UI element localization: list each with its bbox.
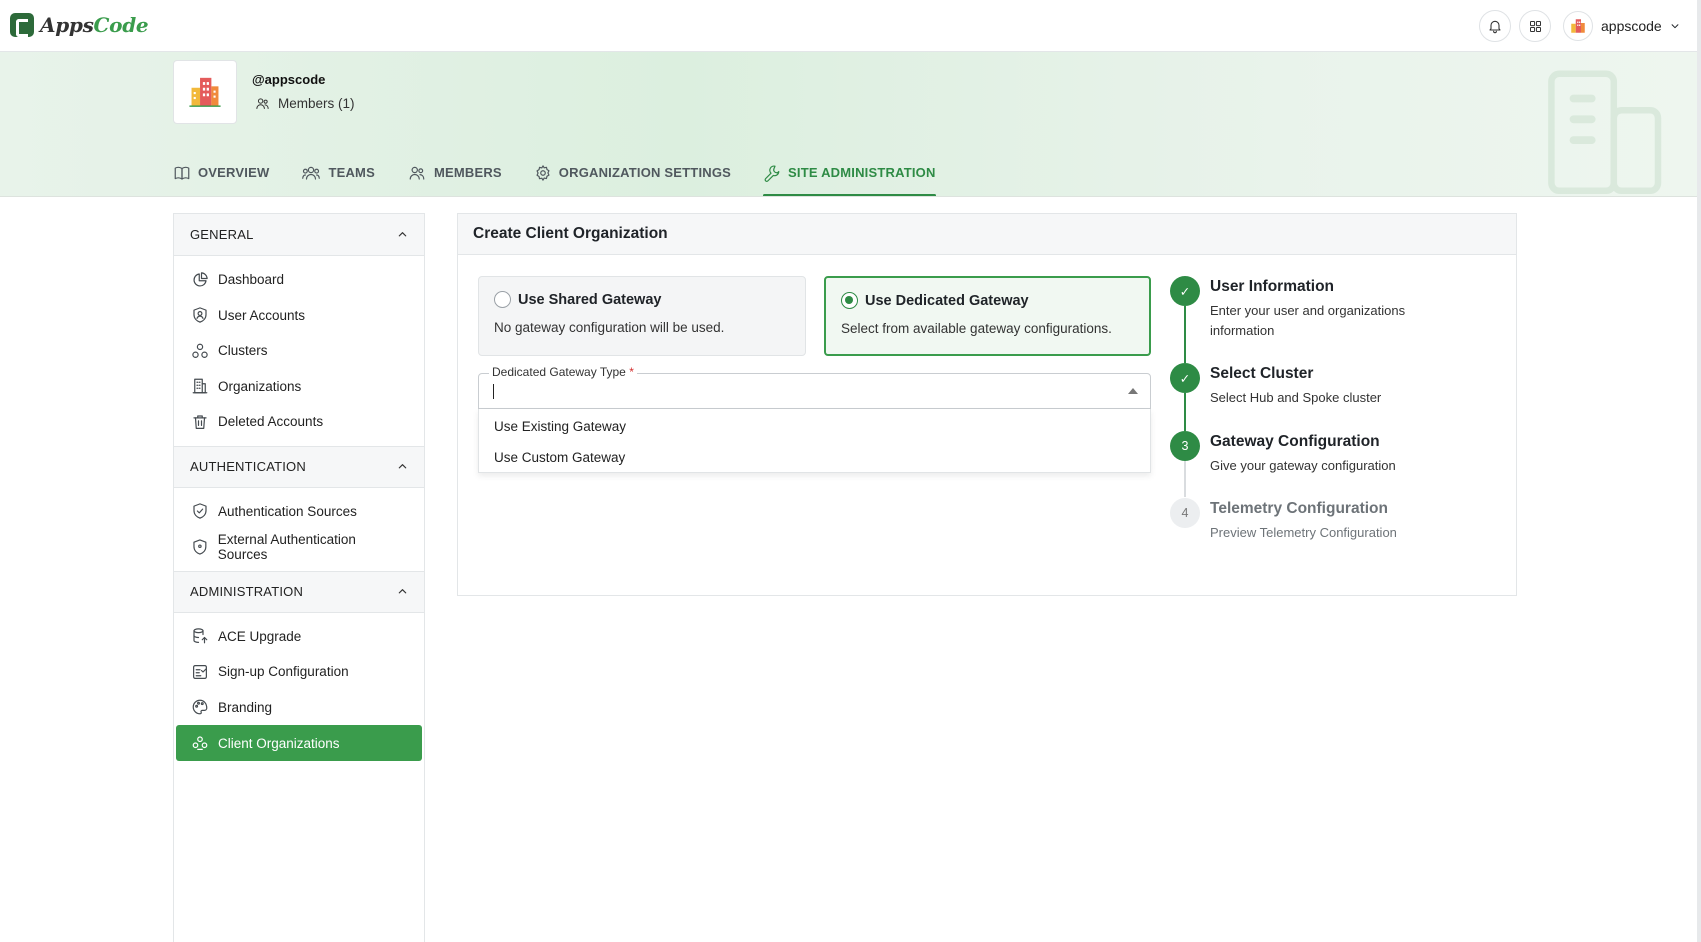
text-caret bbox=[493, 384, 494, 399]
pie-chart-icon bbox=[193, 272, 208, 287]
sidebar-item-sign-up-configuration[interactable]: Sign-up Configuration bbox=[176, 654, 422, 690]
users-icon bbox=[302, 166, 321, 180]
palette-icon bbox=[192, 699, 208, 715]
user-shield-icon bbox=[193, 307, 207, 323]
shared-gateway-title: Use Shared Gateway bbox=[518, 291, 662, 308]
chevron-up-icon bbox=[398, 232, 407, 237]
building-avatar-icon bbox=[189, 77, 221, 107]
sidebar-item-authentication-sources[interactable]: Authentication Sources bbox=[176, 494, 422, 530]
sidebar-item-organizations[interactable]: Organizations bbox=[176, 369, 422, 405]
building-watermark-icon bbox=[1548, 70, 1662, 195]
tab-overview[interactable]: OVERVIEW bbox=[173, 148, 269, 196]
clusters-icon bbox=[192, 343, 208, 358]
dedicated-gateway-title: Use Dedicated Gateway bbox=[865, 292, 1029, 309]
building-icon bbox=[192, 378, 208, 394]
tab-members[interactable]: MEMBERS bbox=[407, 148, 502, 196]
users-icon bbox=[409, 166, 425, 180]
database-upgrade-icon bbox=[193, 628, 208, 644]
tab-organization-settings[interactable]: ORGANIZATION SETTINGS bbox=[534, 148, 731, 196]
shared-gateway-option[interactable]: Use Shared Gateway No gateway configurat… bbox=[478, 276, 806, 356]
option-use-custom-gateway[interactable]: Use Custom Gateway bbox=[479, 442, 1150, 473]
logo-icon bbox=[10, 13, 34, 37]
tab-teams[interactable]: TEAMS bbox=[301, 148, 375, 196]
check-icon: ✓ bbox=[1170, 363, 1200, 393]
dedicated-gateway-type-select[interactable]: Dedicated Gateway Type * bbox=[478, 365, 1151, 409]
top-bar: AppsCode appscode bbox=[0, 0, 1701, 52]
client-org-icon bbox=[192, 736, 208, 750]
dedicated-gateway-radio[interactable] bbox=[841, 292, 858, 309]
grid-icon bbox=[1529, 20, 1541, 32]
sidebar-item-deleted-accounts[interactable]: Deleted Accounts bbox=[176, 404, 422, 440]
dedicated-gateway-option[interactable]: Use Dedicated Gateway Select from availa… bbox=[824, 276, 1151, 356]
trash-icon bbox=[193, 415, 207, 429]
step-connector bbox=[1184, 461, 1186, 497]
option-use-existing-gateway[interactable]: Use Existing Gateway bbox=[479, 411, 1150, 442]
sidebar-list-administration: ACE Upgrade Sign-up Configuration Brandi… bbox=[174, 613, 424, 768]
chevron-down-icon bbox=[1671, 24, 1679, 29]
step-number: 3 bbox=[1170, 431, 1200, 461]
notifications-button[interactable] bbox=[1479, 10, 1511, 42]
sidebar-item-user-accounts[interactable]: User Accounts bbox=[176, 298, 422, 334]
wrench-icon bbox=[764, 165, 780, 182]
bell-icon bbox=[1489, 20, 1501, 34]
users-icon bbox=[256, 98, 269, 109]
org-handle: @appscode bbox=[252, 72, 326, 87]
apps-button[interactable] bbox=[1519, 10, 1551, 42]
user-name: appscode bbox=[1601, 18, 1662, 34]
shared-gateway-radio[interactable] bbox=[494, 291, 511, 308]
admin-sidebar: GENERAL Dashboard User Accounts Clusters… bbox=[173, 213, 425, 942]
form-check-icon bbox=[193, 664, 207, 679]
create-client-organization-card: Create Client Organization Use Shared Ga… bbox=[457, 213, 1517, 596]
sidebar-item-dashboard[interactable]: Dashboard bbox=[176, 262, 422, 298]
sidebar-item-external-authentication-sources[interactable]: External Authentication Sources bbox=[176, 529, 422, 565]
dedicated-gateway-desc: Select from available gateway configurat… bbox=[841, 321, 1112, 336]
page-scrollbar[interactable] bbox=[1697, 0, 1701, 942]
org-avatar bbox=[173, 60, 237, 124]
sidebar-section-general[interactable]: GENERAL bbox=[174, 214, 424, 256]
step-connector bbox=[1184, 306, 1186, 363]
org-nav-tabs: OVERVIEW TEAMS MEMBERS ORGANIZATION SETT… bbox=[173, 148, 936, 196]
user-avatar bbox=[1563, 11, 1593, 41]
org-members-link[interactable]: Members (1) bbox=[255, 96, 355, 111]
shield-check-icon bbox=[193, 503, 207, 519]
logo-text: AppsCode bbox=[40, 13, 149, 37]
sidebar-item-ace-upgrade[interactable]: ACE Upgrade bbox=[176, 619, 422, 655]
book-icon bbox=[174, 166, 190, 180]
sidebar-list-general: Dashboard User Accounts Clusters Organiz… bbox=[174, 256, 424, 446]
org-header: @appscode Members (1) OVERVIEW TEAMS MEM… bbox=[0, 52, 1701, 197]
shared-gateway-desc: No gateway configuration will be used. bbox=[494, 320, 725, 335]
gear-icon bbox=[536, 164, 550, 181]
sidebar-item-client-organizations[interactable]: Client Organizations bbox=[176, 725, 422, 761]
check-icon: ✓ bbox=[1170, 276, 1200, 306]
step-connector bbox=[1184, 393, 1186, 431]
members-count: Members (1) bbox=[278, 96, 355, 111]
sidebar-item-clusters[interactable]: Clusters bbox=[176, 333, 422, 369]
caret-up-icon[interactable] bbox=[1128, 388, 1138, 394]
page-title: Create Client Organization bbox=[458, 214, 1516, 255]
appscode-logo[interactable]: AppsCode bbox=[10, 13, 149, 37]
chevron-up-icon bbox=[398, 589, 407, 594]
chevron-up-icon bbox=[398, 464, 407, 469]
tab-site-administration[interactable]: SITE ADMINISTRATION bbox=[763, 148, 936, 196]
step-number: 4 bbox=[1170, 498, 1200, 528]
gateway-type-dropdown: Use Existing Gateway Use Custom Gateway bbox=[478, 409, 1151, 473]
sidebar-item-branding[interactable]: Branding bbox=[176, 690, 422, 726]
sidebar-section-administration[interactable]: ADMINISTRATION bbox=[174, 570, 424, 613]
sidebar-list-authentication: Authentication Sources External Authenti… bbox=[174, 488, 424, 571]
shield-icon bbox=[193, 539, 207, 555]
building-avatar-icon bbox=[1571, 19, 1585, 33]
user-menu[interactable]: appscode bbox=[1563, 10, 1680, 42]
sidebar-section-authentication[interactable]: AUTHENTICATION bbox=[174, 445, 424, 488]
dedicated-gateway-type-label: Dedicated Gateway Type * bbox=[489, 365, 637, 379]
